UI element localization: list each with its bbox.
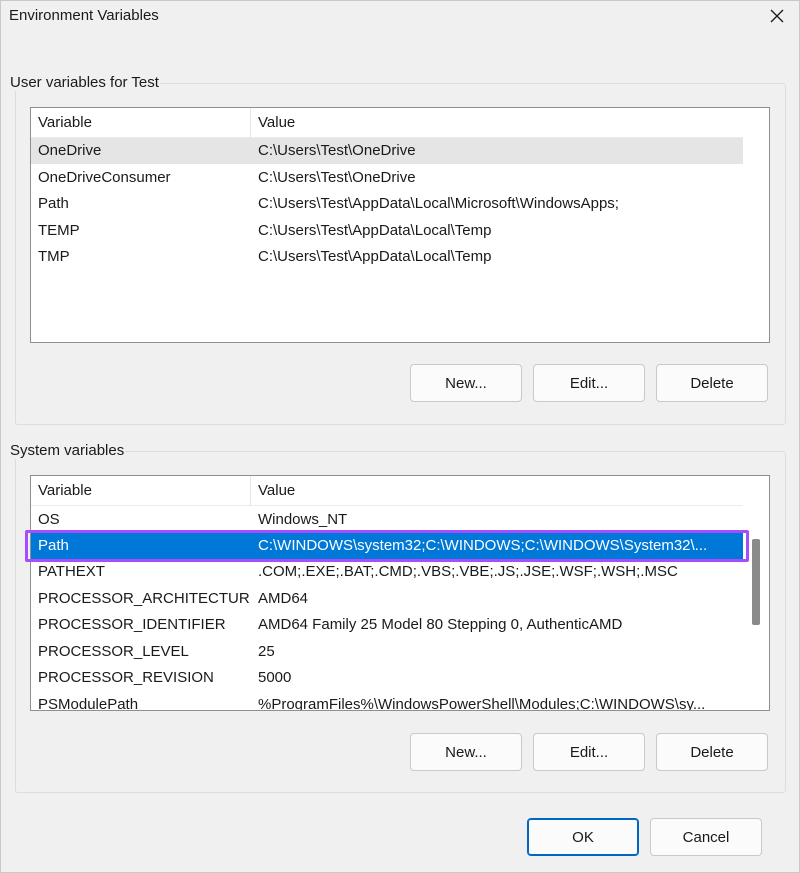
ok-button[interactable]: OK [527,818,639,856]
system-new-button[interactable]: New... [410,733,522,771]
list-item[interactable]: OneDriveConsumer C:\Users\Test\OneDrive [31,165,743,191]
window-title: Environment Variables [9,7,159,24]
system-delete-button[interactable]: Delete [656,733,768,771]
list-item[interactable]: PROCESSOR_REVISION 5000 [31,665,743,691]
user-delete-button[interactable]: Delete [656,364,768,402]
user-variables-label: User variables for Test [9,74,160,91]
user-new-button[interactable]: New... [410,364,522,402]
list-item[interactable]: PATHEXT .COM;.EXE;.BAT;.CMD;.VBS;.VBE;.J… [31,559,743,585]
scrollbar-thumb[interactable] [752,539,760,625]
close-icon [770,9,784,23]
list-item[interactable]: TMP C:\Users\Test\AppData\Local\Temp [31,244,743,270]
column-header-variable[interactable]: Variable [31,476,251,506]
list-item[interactable]: PROCESSOR_LEVEL 25 [31,639,743,665]
list-item[interactable]: PROCESSOR_ARCHITECTURE AMD64 [31,586,743,612]
list-item[interactable]: Path C:\Users\Test\AppData\Local\Microso… [31,191,743,217]
system-variables-list[interactable]: Variable Value OS Windows_NT Path C:\WIN… [30,475,770,711]
system-edit-button[interactable]: Edit... [533,733,645,771]
title-bar: Environment Variables [1,1,799,31]
system-variables-label: System variables [9,442,126,459]
column-header-value[interactable]: Value [251,108,743,138]
user-edit-button[interactable]: Edit... [533,364,645,402]
list-item[interactable]: PSModulePath %ProgramFiles%\WindowsPower… [31,692,743,710]
column-header-variable[interactable]: Variable [31,108,251,138]
environment-variables-dialog: Environment Variables User variables for… [0,0,800,873]
list-item[interactable]: OS Windows_NT [31,507,743,533]
list-item-selected[interactable]: Path C:\WINDOWS\system32;C:\WINDOWS;C:\W… [31,533,743,559]
user-variables-list[interactable]: Variable Value OneDrive C:\Users\Test\On… [30,107,770,343]
list-header: Variable Value [31,476,743,506]
close-button[interactable] [755,1,799,31]
column-header-value[interactable]: Value [251,476,743,506]
list-header: Variable Value [31,108,743,138]
cancel-button[interactable]: Cancel [650,818,762,856]
list-item[interactable]: OneDrive C:\Users\Test\OneDrive [31,138,743,164]
list-item[interactable]: PROCESSOR_IDENTIFIER AMD64 Family 25 Mod… [31,612,743,638]
vertical-scrollbar[interactable] [743,476,769,710]
list-item[interactable]: TEMP C:\Users\Test\AppData\Local\Temp [31,218,743,244]
